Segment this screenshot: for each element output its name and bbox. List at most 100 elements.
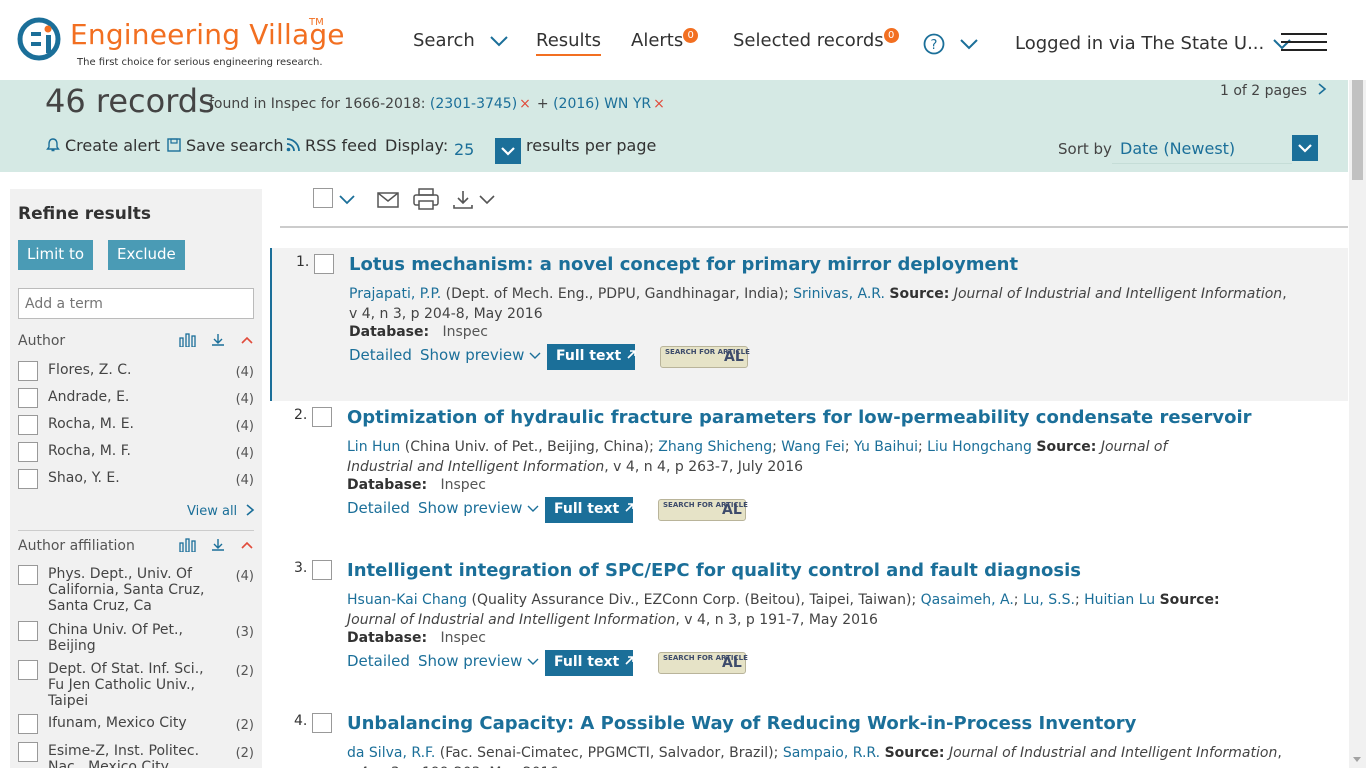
download-icon[interactable] [452,190,474,210]
full-text-button[interactable]: Full text [545,497,634,523]
detailed-link[interactable]: Detailed [347,499,410,517]
pagination[interactable]: 1 of 2 pages [1220,83,1327,99]
checkbox[interactable] [18,621,38,641]
query-term-2[interactable]: (2016) WN YR [553,96,651,112]
affiliation-facet-item[interactable]: Phys. Dept., Univ. Of California, Santa … [18,565,254,614]
bar-chart-icon[interactable] [179,538,197,553]
facet-count: (4) [235,446,254,461]
display-count-dropdown[interactable] [495,138,521,164]
exclude-button[interactable]: Exclude [108,240,185,270]
full-text-button[interactable]: Full text [547,344,636,370]
checkbox[interactable] [18,361,38,381]
detailed-link[interactable]: Detailed [349,346,412,364]
checkbox[interactable] [18,415,38,435]
author-link[interactable]: Srinivas, A.R. [793,286,885,302]
author-link[interactable]: Sampaio, R.R. [783,745,880,761]
nav-account[interactable]: Logged in via The State U... [1015,33,1292,54]
checkbox[interactable] [18,469,38,489]
author-facet-header[interactable]: Author [18,333,254,349]
author-link[interactable]: Liu Hongchang [927,439,1032,455]
bar-chart-icon[interactable] [179,333,197,348]
print-icon[interactable] [413,188,439,210]
create-alert-button[interactable]: Create alert [45,136,160,155]
result-title-link[interactable]: Unbalancing Capacity: A Possible Way of … [347,713,1136,734]
checkbox[interactable] [18,714,38,734]
show-preview-link[interactable]: Show preview [418,652,539,670]
author-link[interactable]: Lu, S.S. [1023,592,1075,608]
author-facet-item[interactable]: Shao, Y. E. (4) [18,469,254,489]
article-linker-button[interactable]: SEARCH FOR ARTICLE AL [658,499,748,521]
limit-to-button[interactable]: Limit to [18,240,94,270]
chevron-up-icon[interactable] [240,538,254,552]
author-link[interactable]: Prajapati, P.P. [349,286,441,302]
author-affiliation-facet-header[interactable]: Author affiliation [18,538,254,554]
author-link[interactable]: Lin Hun [347,439,400,455]
author-link[interactable]: Yu Baihui [854,439,918,455]
checkbox[interactable] [18,660,38,680]
show-preview-link[interactable]: Show preview [418,499,539,517]
author-link[interactable]: Huitian Lu [1084,592,1155,608]
chevron-right-icon[interactable] [1317,83,1327,95]
hamburger-menu-icon[interactable] [1281,33,1327,55]
result-title-link[interactable]: Intelligent integration of SPC/EPC for q… [347,560,1081,581]
article-linker-button[interactable]: SEARCH FOR ARTICLE AL [660,346,750,368]
source-label: Source: [1036,439,1097,455]
author-facet-item[interactable]: Rocha, M. F. (4) [18,442,254,462]
page-scrollbar[interactable] [1349,0,1366,768]
save-search-button[interactable]: Save search [166,136,284,155]
affiliation-facet-item[interactable]: Esime-Z, Inst. Politec. Nac., Mexico Cit… [18,742,254,768]
result-title-link[interactable]: Optimization of hydraulic fracture param… [347,407,1252,428]
show-preview-link[interactable]: Show preview [420,346,541,364]
email-icon[interactable] [377,191,399,209]
author-link[interactable]: da Silva, R.F. [347,745,435,761]
query-term-1[interactable]: (2301-3745) [430,96,517,112]
result-checkbox[interactable] [312,407,332,427]
remove-term-1-icon[interactable]: × [519,96,531,112]
rss-feed-button[interactable]: RSS feed [285,136,377,155]
remove-term-2-icon[interactable]: × [653,96,665,112]
checkbox[interactable] [18,388,38,408]
checkbox[interactable] [18,442,38,462]
facet-label: Ifunam, Mexico City [48,715,187,731]
author-view-all-link[interactable]: View all [187,504,255,519]
chevron-up-icon[interactable] [240,333,254,347]
full-text-button[interactable]: Full text [545,650,634,676]
add-term-input[interactable] [18,288,254,319]
nav-selected-label: Selected records [733,30,884,51]
result-checkbox[interactable] [312,560,332,580]
affiliation-facet-item[interactable]: Dept. Of Stat. Inf. Sci., Fu Jen Catholi… [18,660,254,709]
chevron-down-icon [527,658,539,665]
author-link[interactable]: Zhang Shicheng [658,439,772,455]
author-link[interactable]: Hsuan-Kai Chang [347,592,467,608]
checkbox[interactable] [18,565,38,585]
sort-dropdown-button[interactable] [1292,135,1318,161]
detailed-link[interactable]: Detailed [347,652,410,670]
chevron-down-icon[interactable] [478,194,496,206]
display-count-value[interactable]: 25 [454,140,474,159]
author-facet-item[interactable]: Rocha, M. E. (4) [18,415,254,435]
checkbox[interactable] [313,188,333,208]
result-checkbox[interactable] [314,254,334,274]
nav-help[interactable]: ? [923,33,979,55]
chevron-down-icon[interactable] [338,194,356,206]
result-title-link[interactable]: Lotus mechanism: a novel concept for pri… [349,254,1018,275]
nav-selected-records[interactable]: Selected records 0 [733,28,899,51]
author-facet-item[interactable]: Andrade, E. (4) [18,388,254,408]
author-facet-item[interactable]: Flores, Z. C. (4) [18,361,254,381]
facet-icons [179,538,254,556]
result-checkbox[interactable] [312,713,332,733]
scroll-down-icon[interactable] [1353,757,1361,762]
sort-select[interactable]: Date (Newest) [1112,134,1292,164]
affiliation-facet-item[interactable]: China Univ. Of Pet., Beijing (3) [18,621,254,654]
author-link[interactable]: Qasaimeh, A. [921,592,1014,608]
nav-search[interactable]: Search [413,30,509,51]
affiliation-facet-item[interactable]: Ifunam, Mexico City (2) [18,714,254,734]
article-linker-button[interactable]: SEARCH FOR ARTICLE AL [658,652,748,674]
nav-alerts[interactable]: Alerts 0 [631,28,699,51]
download-icon[interactable] [210,538,226,552]
nav-results[interactable]: Results [536,30,601,56]
select-all-checkbox[interactable] [313,188,333,208]
checkbox[interactable] [18,742,38,762]
author-link[interactable]: Wang Fei [781,439,845,455]
download-icon[interactable] [210,333,226,347]
